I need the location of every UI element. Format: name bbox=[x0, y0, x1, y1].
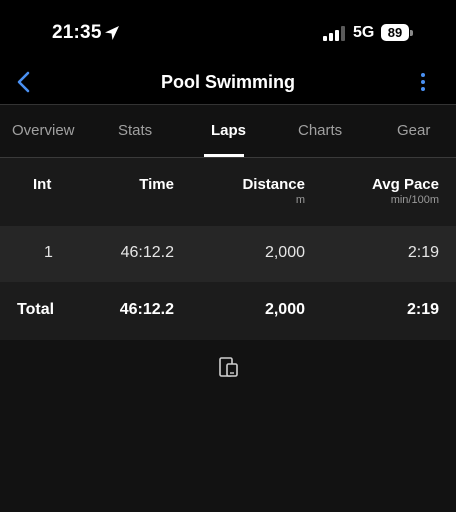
battery-icon: 89 bbox=[381, 24, 409, 41]
tab-laps[interactable]: Laps bbox=[211, 122, 246, 139]
network-type: 5G bbox=[353, 24, 375, 41]
header-avg-pace-unit: min/100m bbox=[390, 194, 439, 206]
status-bar: 21:35 5G 89 bbox=[0, 0, 456, 66]
tab-stats[interactable]: Stats bbox=[118, 122, 152, 139]
tab-overview[interactable]: Overview bbox=[12, 122, 75, 139]
battery-tip bbox=[410, 30, 413, 36]
header-distance: Distance bbox=[242, 176, 305, 193]
lap-distance: 2,000 bbox=[264, 244, 305, 261]
vertical-ellipsis-icon[interactable] bbox=[416, 70, 430, 94]
nav-bar: Pool Swimming bbox=[0, 66, 456, 106]
ellipsis-dot bbox=[421, 73, 425, 77]
ellipsis-dot bbox=[421, 80, 425, 84]
tab-bar: Overview Stats Laps Charts Gear bbox=[0, 105, 456, 157]
total-row: Total 46:12.2 2,000 2:19 bbox=[0, 282, 456, 340]
total-avg-pace: 2:19 bbox=[406, 301, 439, 318]
tab-gear[interactable]: Gear bbox=[397, 122, 430, 139]
tab-charts[interactable]: Charts bbox=[298, 122, 342, 139]
lap-avg-pace: 2:19 bbox=[407, 244, 439, 261]
device-sync-icon[interactable] bbox=[218, 356, 240, 378]
status-time: 21:35 bbox=[52, 22, 102, 43]
header-distance-unit: m bbox=[295, 194, 305, 206]
battery-level: 89 bbox=[387, 25, 403, 40]
total-label: Total bbox=[17, 301, 55, 318]
total-distance: 2,000 bbox=[264, 301, 305, 318]
header-time: Time bbox=[139, 176, 174, 193]
cellular-signal-icon bbox=[323, 26, 345, 41]
header-avg-pace: Avg Pace bbox=[372, 176, 439, 193]
ellipsis-dot bbox=[421, 87, 425, 91]
table-row[interactable]: 1 46:12.2 2,000 2:19 bbox=[0, 226, 456, 282]
lap-int: 1 bbox=[44, 244, 53, 261]
location-arrow-icon bbox=[105, 26, 119, 40]
lap-time: 46:12.2 bbox=[120, 244, 174, 261]
header-int: Int bbox=[33, 176, 52, 193]
laps-table-header: Int Time Distance m Avg Pace min/100m bbox=[0, 158, 456, 226]
page-title: Pool Swimming bbox=[160, 72, 295, 92]
total-time: 46:12.2 bbox=[119, 301, 174, 318]
